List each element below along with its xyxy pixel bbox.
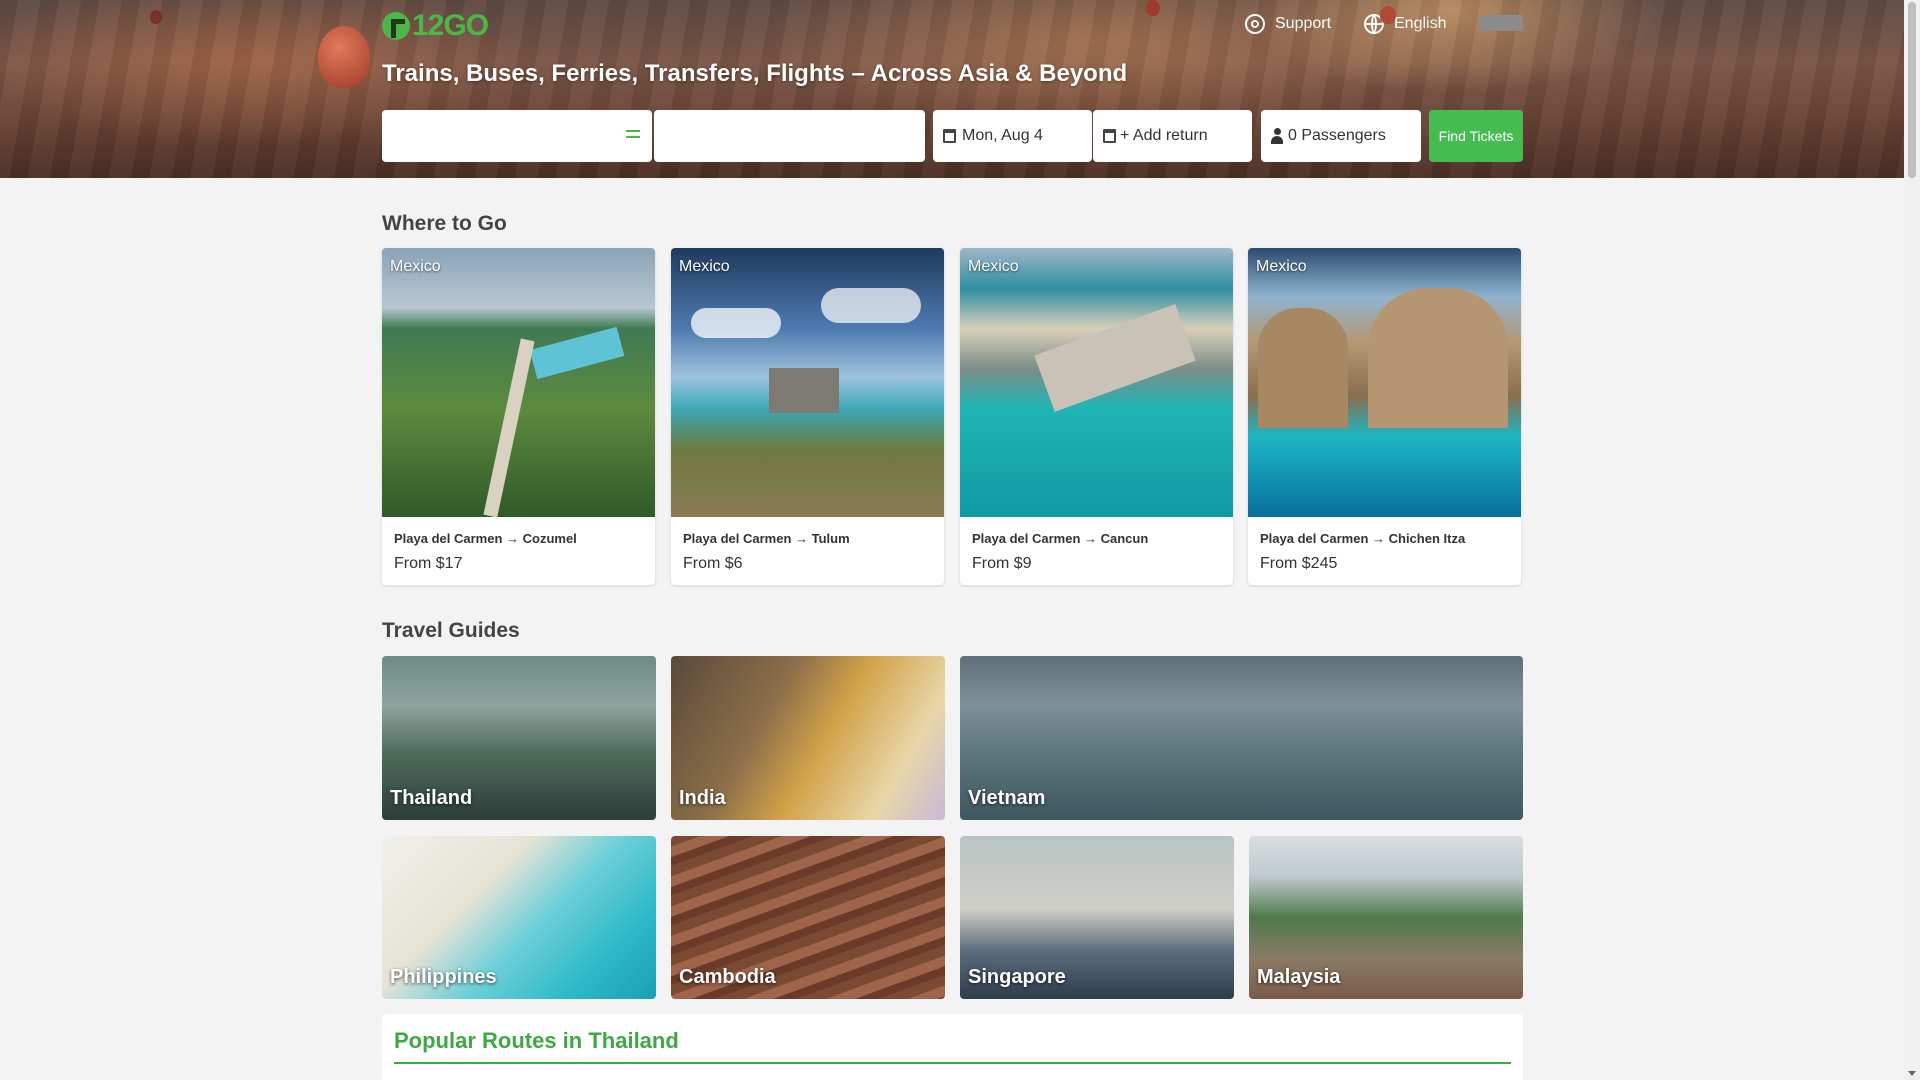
destination-route: Playa del Carmen → Chichen Itza bbox=[1260, 531, 1466, 546]
account-button[interactable] bbox=[1479, 15, 1523, 31]
popular-routes-panel: Popular Routes in Thailand bbox=[382, 1014, 1523, 1080]
destination-price: From $6 bbox=[683, 555, 743, 572]
swap-icon[interactable] bbox=[626, 126, 642, 142]
guide-card-india[interactable]: India bbox=[671, 656, 945, 820]
destination-price: From $17 bbox=[394, 555, 463, 572]
guide-label: Vietnam bbox=[968, 787, 1046, 809]
destination-country: Mexico bbox=[1256, 258, 1307, 275]
support-link[interactable]: Support bbox=[1245, 14, 1331, 34]
destination-price: From $9 bbox=[972, 555, 1032, 572]
where-to-go-title: Where to Go bbox=[382, 212, 507, 235]
destination-country: Mexico bbox=[390, 258, 441, 275]
divider bbox=[394, 1062, 1511, 1064]
guide-card-cambodia[interactable]: Cambodia bbox=[671, 836, 945, 999]
destination-country: Mexico bbox=[679, 258, 730, 275]
destination-card[interactable]: Mexico Playa del Carmen → Chichen Itza F… bbox=[1248, 248, 1521, 585]
balloon-decoration bbox=[1146, 0, 1160, 16]
support-label: Support bbox=[1275, 15, 1332, 32]
destination-card[interactable]: Mexico Playa del Carmen → Cancun From $9 bbox=[960, 248, 1233, 585]
guide-label: Singapore bbox=[968, 966, 1066, 988]
destination-image bbox=[382, 248, 655, 518]
destination-image bbox=[671, 248, 944, 517]
travel-guides-title: Travel Guides bbox=[382, 619, 520, 642]
guide-card-thailand[interactable]: Thailand bbox=[382, 656, 656, 820]
guide-card-philippines[interactable]: Philippines bbox=[382, 836, 656, 999]
destination-route: Playa del Carmen → Cozumel bbox=[394, 531, 577, 546]
return-label: + Add return bbox=[1120, 127, 1208, 144]
hero-banner: 12GO Support English Trains, Buses, Ferr… bbox=[0, 0, 1904, 178]
guide-card-malaysia[interactable]: Malaysia bbox=[1249, 836, 1523, 999]
language-label: English bbox=[1394, 15, 1447, 32]
destination-route: Playa del Carmen → Cancun bbox=[972, 531, 1149, 546]
guide-label: India bbox=[679, 787, 726, 809]
support-icon bbox=[1245, 14, 1265, 34]
scrollbar[interactable] bbox=[1904, 0, 1920, 1080]
destination-image bbox=[1248, 248, 1521, 517]
destination-price: From $245 bbox=[1260, 555, 1338, 572]
logo-text: 12GO bbox=[412, 9, 489, 42]
logo-icon bbox=[382, 12, 410, 40]
passengers-selector[interactable]: 0 Passengers bbox=[1261, 110, 1421, 162]
guide-label: Malaysia bbox=[1257, 966, 1341, 988]
balloon-decoration bbox=[1380, 6, 1396, 24]
calendar-icon bbox=[943, 129, 956, 143]
date-label: Mon, Aug 4 bbox=[962, 127, 1043, 144]
scroll-down-icon[interactable] bbox=[1908, 1071, 1916, 1076]
destination-image bbox=[960, 248, 1233, 517]
guide-label: Cambodia bbox=[679, 966, 776, 988]
language-selector[interactable]: English bbox=[1364, 14, 1446, 34]
from-input[interactable] bbox=[382, 110, 652, 162]
destination-country: Mexico bbox=[968, 258, 1019, 275]
balloon-decoration bbox=[318, 26, 370, 88]
page-headline: Trains, Buses, Ferries, Transfers, Fligh… bbox=[382, 60, 1128, 87]
destination-card[interactable]: Mexico Playa del Carmen → Cozumel From $… bbox=[382, 248, 655, 585]
destination-card[interactable]: Mexico Playa del Carmen → Tulum From $6 bbox=[671, 248, 944, 585]
guide-label: Thailand bbox=[390, 787, 473, 809]
find-tickets-button[interactable]: Find Tickets bbox=[1429, 110, 1523, 162]
logo[interactable]: 12GO bbox=[382, 9, 489, 42]
to-input[interactable] bbox=[654, 110, 925, 162]
popular-routes-title: Popular Routes in Thailand bbox=[394, 1028, 679, 1053]
scrollbar-thumb[interactable] bbox=[1908, 2, 1916, 178]
balloon-decoration bbox=[150, 10, 162, 24]
destination-route: Playa del Carmen → Tulum bbox=[683, 531, 850, 546]
guide-card-singapore[interactable]: Singapore bbox=[960, 836, 1234, 999]
guide-label: Philippines bbox=[390, 966, 497, 988]
passengers-label: 0 Passengers bbox=[1288, 127, 1386, 144]
passenger-icon bbox=[1271, 128, 1283, 144]
calendar-icon bbox=[1103, 129, 1116, 143]
guide-card-vietnam[interactable]: Vietnam bbox=[960, 656, 1523, 820]
add-return-picker[interactable]: + Add return bbox=[1093, 110, 1252, 162]
date-picker[interactable]: Mon, Aug 4 bbox=[933, 110, 1092, 162]
